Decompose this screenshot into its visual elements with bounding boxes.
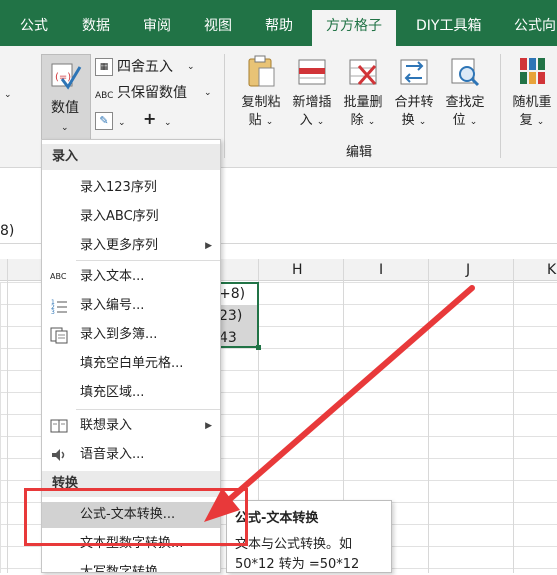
annotation-arrow — [204, 285, 475, 522]
annotation-arrow-shaft — [219, 285, 475, 509]
